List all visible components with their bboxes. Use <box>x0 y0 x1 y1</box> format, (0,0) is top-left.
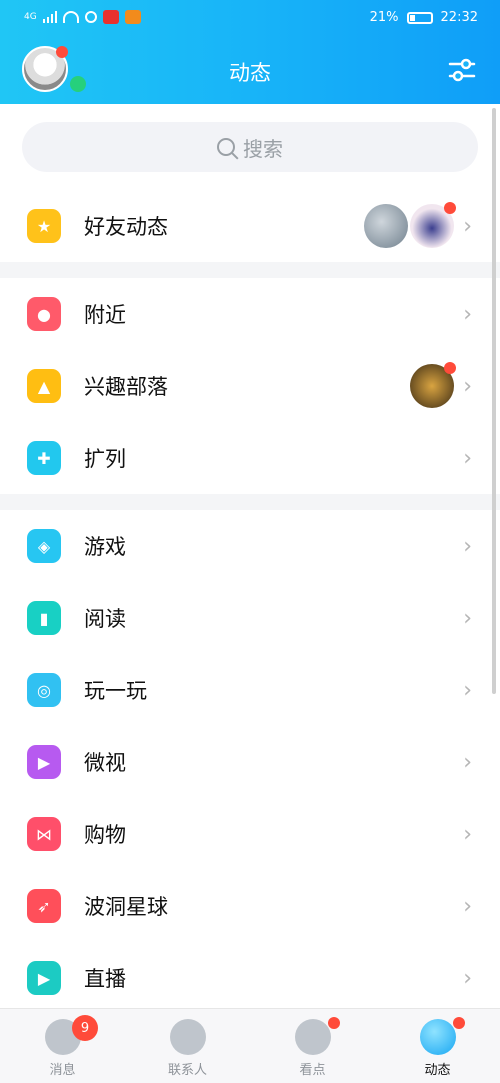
tab-label: 看点 <box>299 1063 326 1078</box>
main-content: 搜索 ★ 好友动态 › ● 附近 › ▲ 兴趣部落 › ✚ 扩列 › ◈ 游戏 … <box>0 104 500 1009</box>
scrollbar[interactable] <box>492 108 496 694</box>
eye-icon <box>294 1019 331 1055</box>
alarm-icon <box>84 11 97 23</box>
tab-contacts[interactable]: 联系人 <box>125 1009 250 1083</box>
tab-label: 动态 <box>424 1063 451 1078</box>
chevron-right-icon: › <box>463 749 472 775</box>
chevron-right-icon: › <box>463 213 472 239</box>
chevron-right-icon: › <box>463 605 472 631</box>
tab-messages[interactable]: 消息 9 <box>0 1009 125 1083</box>
app-notification-icon <box>102 10 119 24</box>
wifi-icon <box>62 11 79 23</box>
tab-label: 消息 <box>49 1063 76 1078</box>
page-title: 动态 <box>229 61 271 85</box>
chevron-right-icon: › <box>463 965 472 991</box>
menu-item-nearby[interactable]: ● 附近 › <box>0 278 500 350</box>
menu-item-expand-list[interactable]: ✚ 扩列 › <box>0 422 500 494</box>
battery-icon <box>406 11 433 24</box>
tab-watch[interactable]: 看点 <box>250 1009 375 1083</box>
menu-item-label: 好友动态 <box>84 215 168 239</box>
menu-item-label: 兴趣部落 <box>84 375 168 399</box>
rocket-icon: ➶ <box>27 889 61 923</box>
menu-item-label: 阅读 <box>84 607 126 631</box>
live-icon: ▶ <box>27 961 61 995</box>
section-divider <box>0 494 500 510</box>
menu-item-label: 微视 <box>84 751 126 775</box>
play-icon: ▶ <box>27 745 61 779</box>
battery-percent: 21% <box>369 10 399 25</box>
tent-icon: ▲ <box>27 369 61 403</box>
new-dot <box>444 202 456 214</box>
search-placeholder: 搜索 <box>243 136 283 161</box>
menu-item-bodong-planet[interactable]: ➶ 波洞星球 › <box>0 870 500 942</box>
menu-item-games[interactable]: ◈ 游戏 › <box>0 510 500 582</box>
app-notification-icon-2 <box>124 10 141 24</box>
book-icon: ▮ <box>27 601 61 635</box>
header-bar: 4G 21% 22:32 动态 <box>0 0 500 104</box>
menu-item-live[interactable]: ▶ 直播 › <box>0 942 500 1009</box>
chevron-right-icon: › <box>463 301 472 327</box>
menu-item-label: 波洞星球 <box>84 895 168 919</box>
signal-icon <box>42 11 57 23</box>
section-divider <box>0 262 500 278</box>
chevron-right-icon: › <box>463 821 472 847</box>
chevron-right-icon: › <box>463 445 472 471</box>
star-icon: ★ <box>27 209 61 243</box>
menu-item-label: 扩列 <box>84 447 126 471</box>
planet-icon: ◎ <box>27 673 61 707</box>
tribe-thumbnail <box>410 362 456 408</box>
chevron-right-icon: › <box>463 533 472 559</box>
menu-item-friends-feed[interactable]: ★ 好友动态 › <box>0 190 500 262</box>
ghost-plus-icon: ✚ <box>27 441 61 475</box>
menu-item-label: 附近 <box>84 303 126 327</box>
chevron-right-icon: › <box>463 373 472 399</box>
new-dot <box>328 1017 340 1029</box>
network-type: 4G <box>24 12 37 22</box>
chevron-right-icon: › <box>463 677 472 703</box>
search-input[interactable]: 搜索 <box>22 122 478 172</box>
new-dot <box>444 362 456 374</box>
menu-item-interest-tribe[interactable]: ▲ 兴趣部落 › <box>0 350 500 422</box>
menu-item-play[interactable]: ◎ 玩一玩 › <box>0 654 500 726</box>
status-bar: 4G 21% 22:32 <box>0 0 500 36</box>
unread-badge: 9 <box>72 1015 98 1041</box>
person-icon <box>169 1019 206 1055</box>
menu-item-shopping[interactable]: ⋈ 购物 › <box>0 798 500 870</box>
friend-thumbnail <box>410 202 456 248</box>
gamepad-icon: ◈ <box>27 529 61 563</box>
settings-sliders-icon[interactable] <box>448 56 476 84</box>
location-pin-icon: ● <box>27 297 61 331</box>
bow-icon: ⋈ <box>27 817 61 851</box>
menu-item-label: 购物 <box>84 823 126 847</box>
chevron-right-icon: › <box>463 893 472 919</box>
menu-item-weishi[interactable]: ▶ 微视 › <box>0 726 500 798</box>
clock: 22:32 <box>440 10 478 25</box>
menu-item-label: 玩一玩 <box>84 679 147 703</box>
menu-item-reading[interactable]: ▮ 阅读 › <box>0 582 500 654</box>
search-icon <box>217 138 235 156</box>
new-dot <box>453 1017 465 1029</box>
tab-label: 联系人 <box>167 1063 207 1078</box>
friend-thumbnail <box>364 204 408 248</box>
bottom-tab-bar: 消息 9 联系人 看点 动态 <box>0 1008 500 1083</box>
menu-item-label: 直播 <box>84 967 126 991</box>
menu-item-label: 游戏 <box>84 535 126 559</box>
planet-icon <box>419 1019 456 1055</box>
tab-feed[interactable]: 动态 <box>375 1009 500 1083</box>
